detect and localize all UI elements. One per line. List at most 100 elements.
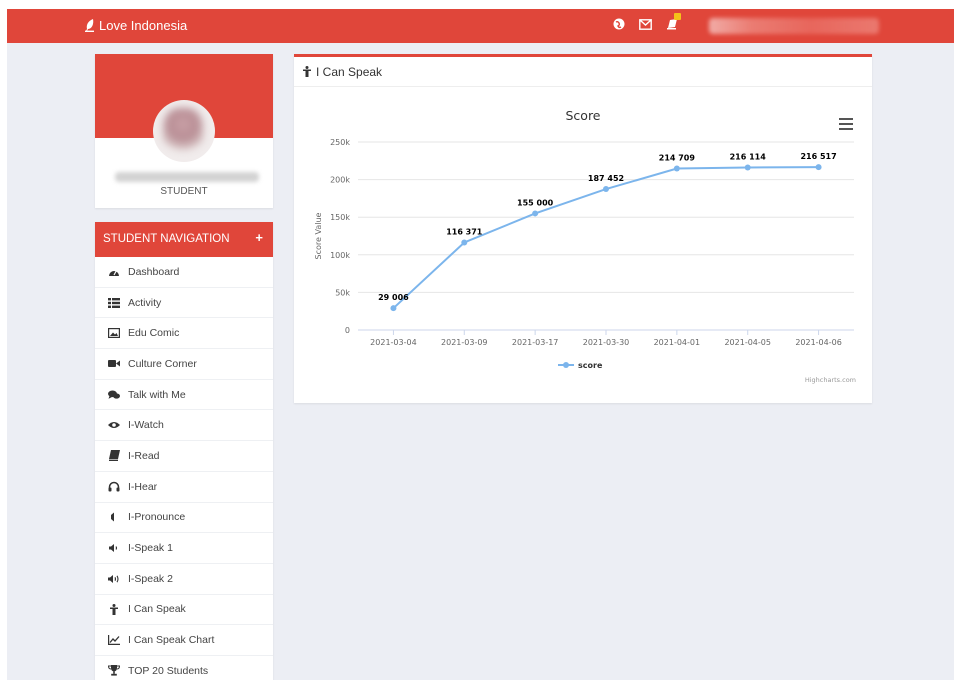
data-label: 155 000: [517, 198, 554, 207]
leaf-icon: [85, 19, 94, 32]
nav-toggle[interactable]: +: [255, 230, 263, 245]
panel-title: I Can Speak: [316, 64, 383, 79]
top-navbar: Love Indonesia: [7, 9, 954, 43]
data-label: 214 709: [659, 154, 696, 163]
line-chart-icon: [108, 634, 120, 646]
nav-title: STUDENT NAVIGATION: [103, 233, 230, 245]
sidebar-item-label: I-Read: [128, 449, 160, 462]
sidebar-item-i-can-speak[interactable]: I Can Speak: [95, 595, 273, 626]
y-tick-label: 200k: [330, 176, 350, 185]
video-camera-icon: [108, 358, 120, 370]
eye-icon: [108, 419, 120, 431]
y-tick-label: 100k: [330, 251, 350, 260]
x-tick-label: 2021-04-05: [724, 338, 771, 347]
data-point: [673, 165, 680, 172]
student-navigation: STUDENT NAVIGATION + Dashboard Activity …: [95, 222, 273, 680]
sidebar-item-label: Dashboard: [128, 265, 180, 278]
data-point: [744, 164, 751, 171]
sidebar-item-label: Activity: [128, 296, 162, 309]
sidebar-item-i-hear[interactable]: I-Hear: [95, 472, 273, 503]
chart-svg: Score 0 50k 100k 150k 200k 250k Score Value 2021…: [314, 108, 856, 384]
x-tick-label: 2021-03-17: [512, 338, 558, 347]
sidebar-item-activity[interactable]: Activity: [95, 288, 273, 319]
student-name: [115, 172, 259, 182]
chat-icon: [108, 389, 120, 401]
image-icon: [108, 327, 120, 339]
chart-menu-button[interactable]: [839, 118, 853, 130]
trophy-icon: [108, 665, 120, 677]
sidebar-item-culture-corner[interactable]: Culture Corner: [95, 349, 273, 380]
i-can-speak-panel: I Can Speak Score 0 50k 100k 150k 200k 250k Sco…: [294, 54, 872, 403]
envelope-icon[interactable]: [639, 18, 652, 30]
data-label: 216 517: [800, 152, 836, 161]
data-label: 187 452: [588, 174, 624, 183]
y-tick-label: 250k: [330, 138, 350, 147]
x-tick-label: 2021-03-09: [441, 338, 488, 347]
data-point: [390, 305, 397, 312]
sidebar-item-i-speak-1[interactable]: I-Speak 1: [95, 533, 273, 564]
person-icon: [108, 603, 120, 615]
sidebar-item-i-pronounce[interactable]: I-Pronounce: [95, 503, 273, 534]
dashboard-icon: [108, 266, 120, 278]
sidebar-item-talk-with-me[interactable]: Talk with Me: [95, 380, 273, 411]
score-chart: Score 0 50k 100k 150k 200k 250k Score Value 2021…: [294, 88, 872, 406]
y-tick-label: 0: [345, 326, 350, 335]
legend-marker: [563, 362, 569, 368]
sidebar-item-label: I-Watch: [128, 419, 164, 432]
sidebar-item-edu-comic[interactable]: Edu Comic: [95, 318, 273, 350]
brand-label: Love Indonesia: [99, 18, 188, 33]
data-point: [815, 164, 822, 171]
chart-credits: Highcharts.com: [805, 376, 856, 384]
book-icon: [108, 450, 120, 462]
data-label: 29 006: [378, 293, 409, 302]
sidebar-item-top-20-students[interactable]: TOP 20 Students: [95, 656, 273, 680]
user-menu[interactable]: [709, 18, 879, 34]
chart-title: Score: [565, 108, 600, 123]
sidebar-item-label: I Can Speak: [128, 603, 186, 616]
profile-card: STUDENT: [95, 54, 273, 208]
notification-button[interactable]: [666, 13, 681, 30]
sidebar-item-dashboard[interactable]: Dashboard: [95, 257, 273, 288]
y-tick-label: 150k: [330, 213, 350, 222]
sidebar-item-label: I-Speak 1: [128, 542, 173, 555]
x-tick-label: 2021-04-01: [654, 338, 701, 347]
x-tick-label: 2021-03-30: [583, 338, 630, 347]
sidebar-item-label: Edu Comic: [128, 327, 180, 340]
notification-badge: [674, 13, 681, 20]
sidebar-item-i-speak-2[interactable]: I-Speak 2: [95, 564, 273, 595]
sidebar-item-i-can-speak-chart[interactable]: I Can Speak Chart: [95, 625, 273, 656]
headphones-icon: [108, 481, 120, 493]
page-background: Love Indonesia STUDENT STUDENT NAVIGATIO…: [7, 9, 954, 680]
legend-label-score: score: [578, 361, 603, 370]
y-axis-title: Score Value: [314, 212, 323, 259]
sidebar-item-label: I Can Speak Chart: [128, 634, 215, 647]
data-point: [532, 210, 539, 217]
person-icon: [303, 66, 311, 77]
data-label: 116 371: [446, 227, 483, 236]
globe-icon[interactable]: [613, 18, 625, 30]
avatar[interactable]: [153, 100, 215, 162]
sidebar-item-i-watch[interactable]: I-Watch: [95, 410, 273, 442]
sidebar-item-label: I-Hear: [128, 480, 158, 493]
speaker-low-icon: [108, 542, 120, 554]
speaker-off-icon: [108, 511, 120, 523]
sidebar-item-label: TOP 20 Students: [128, 664, 209, 677]
speaker-high-icon: [108, 573, 120, 585]
brand-link[interactable]: Love Indonesia: [85, 18, 187, 33]
data-point: [603, 186, 609, 193]
data-point: [461, 239, 468, 246]
sidebar-item-label: Culture Corner: [128, 357, 197, 370]
student-role: STUDENT: [160, 186, 208, 197]
sidebar-item-i-read[interactable]: I-Read: [95, 441, 273, 472]
sidebar-item-label: Talk with Me: [128, 388, 186, 401]
nav-header[interactable]: STUDENT NAVIGATION +: [95, 222, 273, 257]
top-icon-group: [613, 13, 681, 30]
panel-header: I Can Speak: [294, 57, 872, 87]
list-icon: [108, 297, 120, 309]
x-tick-label: 2021-03-04: [370, 338, 417, 347]
sidebar-item-label: I-Pronounce: [128, 511, 186, 524]
x-tick-label: 2021-04-06: [795, 338, 842, 347]
sidebar-item-label: I-Speak 2: [128, 572, 173, 585]
y-tick-label: 50k: [335, 288, 350, 297]
data-label: 216 114: [730, 152, 767, 161]
